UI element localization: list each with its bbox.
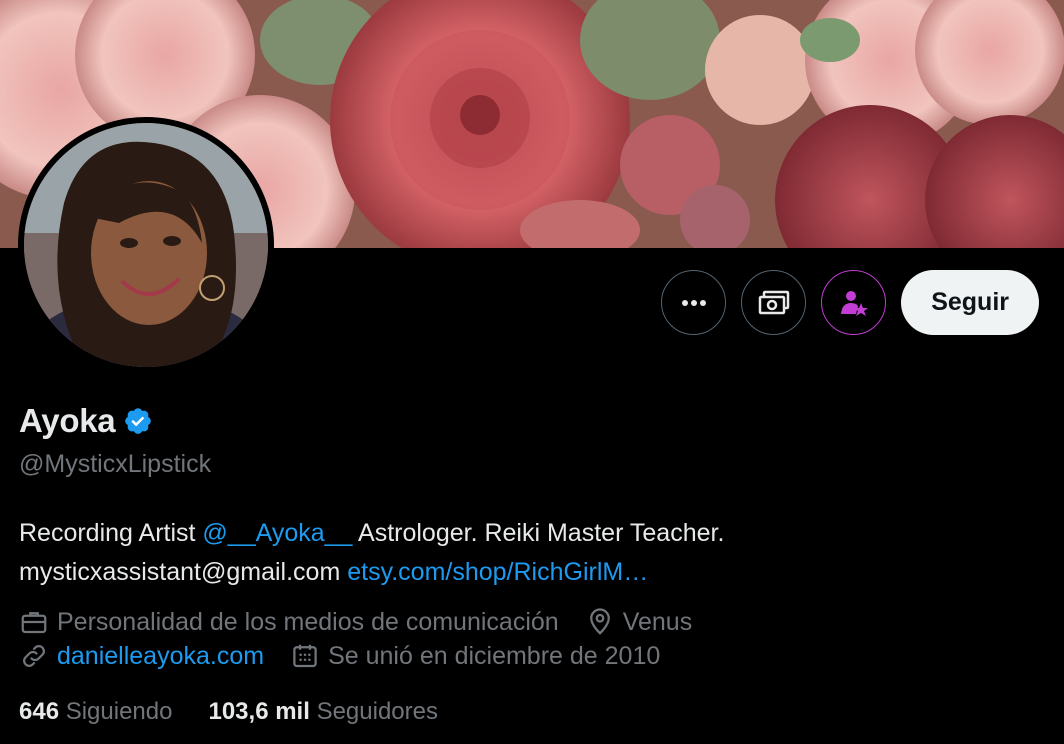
display-name: Ayoka [19,402,116,439]
verified-badge-icon[interactable] [123,406,153,436]
subscribe-star-icon [840,290,868,316]
followers-label: Seguidores [316,698,438,725]
following-count: 646 [19,698,60,725]
profile-bio: Recording Artist @__Ayoka__ Astrologer. … [19,514,1039,592]
calendar-icon [293,644,317,668]
avatar-image[interactable] [24,123,268,367]
profile-meta-row: danielleayoka.com Se unió en diciembre d… [19,641,686,671]
category-label: Personalidad de los medios de comunicaci… [57,607,559,636]
follow-button[interactable]: Seguir [901,270,1039,335]
following-label: Siguiendo [65,698,173,725]
profile-meta-row: Personalidad de los medios de comunicaci… [19,607,718,637]
website-link[interactable]: danielleayoka.com [57,642,264,671]
profile-handle: @MysticxLipstick [19,450,212,478]
profile-actions: Seguir [661,270,1039,335]
avatar[interactable] [18,117,274,373]
location-pin-icon [589,608,610,635]
bio-text: Astrologer. Reiki Master Teacher. [352,519,725,547]
bio-url-link[interactable]: etsy.com/shop/RichGirlM… [347,558,648,586]
more-button[interactable] [661,270,727,335]
bio-text: Recording Artist [19,519,203,547]
followers-count: 103,6 mil [208,698,310,725]
profile-name-row: Ayoka [19,402,153,440]
location-label: Venus [622,607,693,636]
profile-category: Personalidad de los medios de comunicaci… [19,607,559,637]
profile-joined: Se unió en diciembre de 2010 [290,641,660,671]
profile-website: danielleayoka.com [19,641,264,671]
tip-button[interactable] [741,270,807,335]
briefcase-icon [21,612,47,634]
money-icon [758,290,789,314]
profile-location: Venus [585,607,693,637]
bio-mention-link[interactable]: @__Ayoka__ [202,519,352,547]
joined-label: Se unió en diciembre de 2010 [328,641,661,670]
subscribe-button[interactable] [821,270,887,335]
followers-link[interactable]: 103,6 mil Seguidores [208,698,438,726]
profile-stats: 646 Siguiendo 103,6 mil Seguidores [19,698,438,726]
following-link[interactable]: 646 Siguiendo [19,698,172,726]
more-icon [681,299,706,306]
link-icon [23,645,45,667]
bio-email: mysticxassistant@gmail.com [19,558,348,586]
